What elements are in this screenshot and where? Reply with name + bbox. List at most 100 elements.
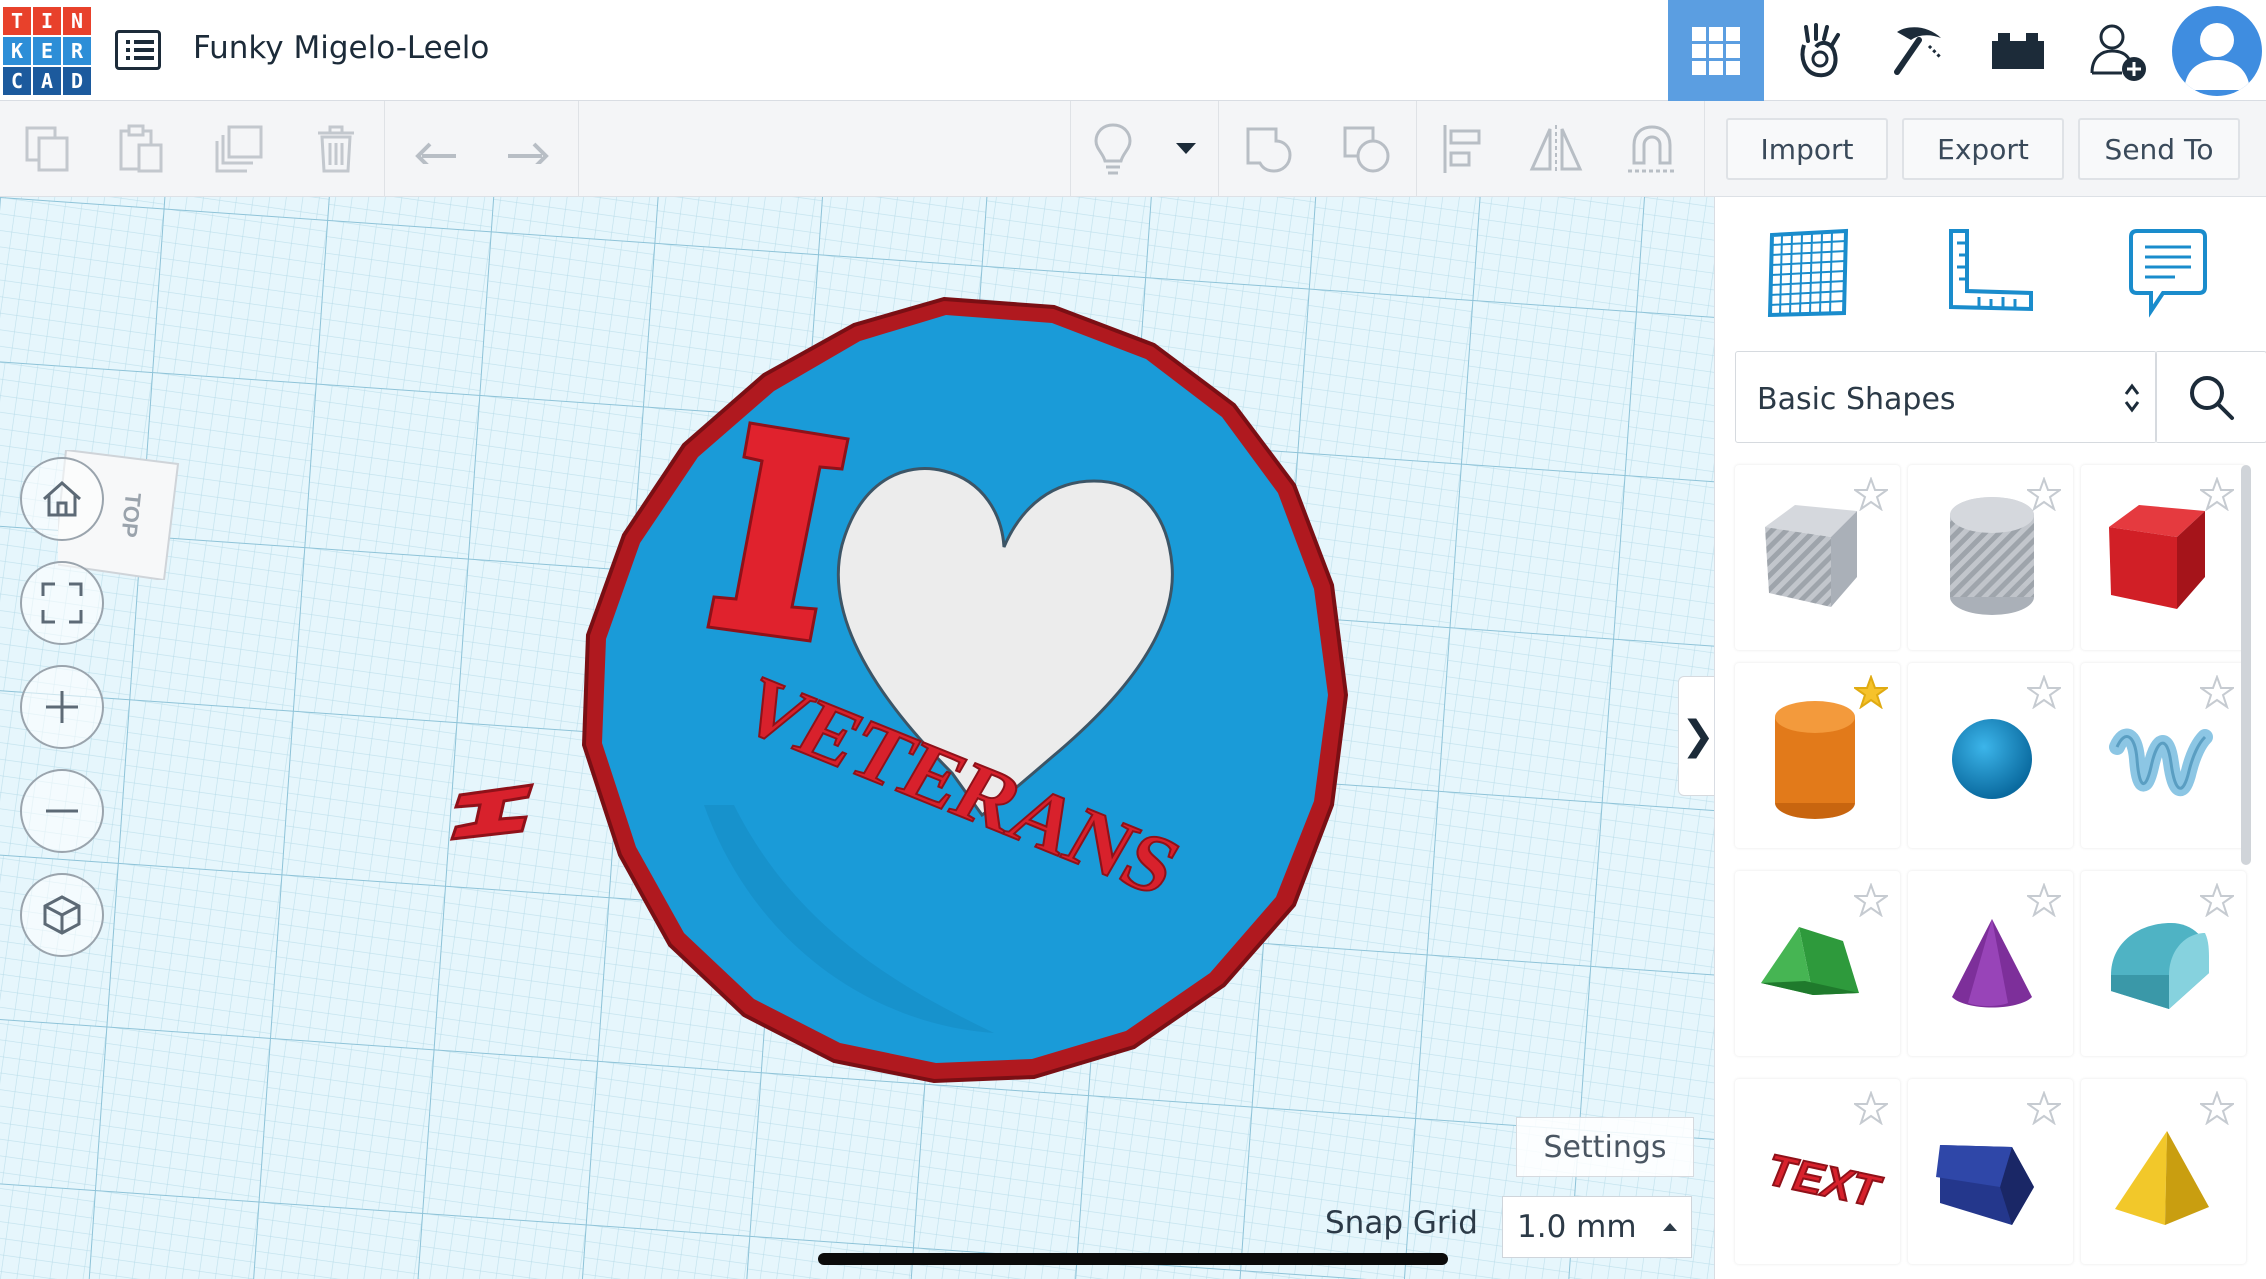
home-indicator[interactable] xyxy=(818,1253,1448,1265)
magnet-icon xyxy=(1628,125,1676,173)
undo-icon xyxy=(415,142,456,164)
shape-box-hole[interactable] xyxy=(1735,465,1900,650)
logo-letter: T xyxy=(3,7,31,35)
shape-cylinder-hole[interactable] xyxy=(1908,465,2073,650)
nav-3d-design[interactable] xyxy=(1668,0,1764,101)
home-view-button[interactable] xyxy=(20,457,104,541)
star-outline-icon[interactable] xyxy=(2027,1091,2061,1125)
shape-cylinder[interactable] xyxy=(1735,663,1900,848)
avatar[interactable] xyxy=(2172,6,2262,96)
redo-button[interactable] xyxy=(482,101,574,197)
logo-letter: E xyxy=(33,37,61,65)
ruler-tab[interactable] xyxy=(1943,227,2035,319)
star-outline-icon[interactable] xyxy=(1854,1091,1888,1125)
shape-round-roof[interactable] xyxy=(2081,871,2246,1056)
snap-grid-select[interactable]: 1.0 mm xyxy=(1502,1196,1692,1258)
shape-sphere[interactable] xyxy=(1908,663,2073,848)
perspective-cube-icon xyxy=(43,895,81,935)
star-outline-icon[interactable] xyxy=(1854,477,1888,511)
export-button[interactable]: Export xyxy=(1902,118,2064,180)
pickaxe-icon xyxy=(1894,26,1943,75)
star-outline-icon[interactable] xyxy=(2027,675,2061,709)
sort-arrows-icon xyxy=(2124,383,2140,413)
redo-icon xyxy=(508,142,549,164)
small-letter-piece[interactable] xyxy=(446,777,546,847)
workplane-canvas[interactable]: TOP VETERANS ❯ Settings Snap Grid 1.0 mm xyxy=(0,197,1714,1279)
copy-icon xyxy=(25,126,69,172)
visibility-dropdown[interactable] xyxy=(1158,101,1214,197)
star-outline-icon[interactable] xyxy=(2027,883,2061,917)
nav-codeblocks[interactable] xyxy=(1970,0,2066,101)
star-outline-icon[interactable] xyxy=(2200,883,2234,917)
mirror-button[interactable] xyxy=(1508,101,1604,197)
zoom-out-button[interactable] xyxy=(20,769,104,853)
toolbar-divider xyxy=(1704,101,1705,197)
nav-blocks[interactable] xyxy=(1770,0,1866,101)
dropdown-arrow-icon xyxy=(1176,143,1196,154)
search-button[interactable] xyxy=(2155,351,2266,443)
duplicate-icon xyxy=(215,125,263,173)
align-icon xyxy=(1443,125,1481,173)
shape-pyramid[interactable] xyxy=(2081,1079,2246,1264)
zoom-out-icon xyxy=(46,809,78,813)
star-outline-icon[interactable] xyxy=(2200,675,2234,709)
shape-box[interactable] xyxy=(2081,465,2246,650)
paste-icon xyxy=(119,124,163,173)
star-outline-icon[interactable] xyxy=(2200,1091,2234,1125)
import-button[interactable]: Import xyxy=(1726,118,1888,180)
notes-icon xyxy=(2129,229,2207,318)
snap-grid-value: 1.0 mm xyxy=(1517,1209,1637,1245)
undo-button[interactable] xyxy=(390,101,482,197)
shape-scribble[interactable] xyxy=(2081,663,2246,848)
copy-button[interactable] xyxy=(2,101,94,197)
toolbar-divider xyxy=(578,101,579,197)
shape-text[interactable]: TEXT xyxy=(1735,1079,1900,1264)
star-outline-icon[interactable] xyxy=(1854,883,1888,917)
toolbar-divider xyxy=(1416,101,1417,197)
shape-text-label: TEXT xyxy=(1759,1147,1887,1216)
star-outline-icon[interactable] xyxy=(2200,477,2234,511)
shape-library-select[interactable]: Basic Shapes xyxy=(1735,351,2157,443)
list-icon[interactable] xyxy=(115,30,161,70)
badge-model[interactable]: VETERANS xyxy=(574,285,1394,1105)
nav-circuits[interactable] xyxy=(1870,0,1966,101)
shape-polygon[interactable] xyxy=(1908,1079,2073,1264)
workplane-grid-icon xyxy=(1767,228,1849,318)
fit-view-icon xyxy=(41,582,83,624)
logo-letter: I xyxy=(33,7,61,35)
ungroup-button[interactable] xyxy=(1318,101,1414,197)
logo-letter: D xyxy=(63,67,91,95)
cruise-button[interactable] xyxy=(1604,101,1700,197)
show-all-button[interactable] xyxy=(1068,101,1158,197)
fit-view-button[interactable] xyxy=(20,561,104,645)
shape-cone[interactable] xyxy=(1908,871,2073,1056)
collapse-panel-button[interactable]: ❯ xyxy=(1678,676,1714,796)
shapes-scrollbar[interactable] xyxy=(2241,465,2251,865)
top-bar: T I N K E R C A D Funky Migelo-Leelo xyxy=(0,0,2266,101)
star-filled-icon[interactable] xyxy=(1854,675,1888,709)
mirror-icon xyxy=(1529,125,1583,173)
lego-brick-icon xyxy=(1992,32,2044,69)
edit-toolbar: Import Export Send To xyxy=(0,101,2266,197)
perspective-button[interactable] xyxy=(20,873,104,957)
workplane-tab[interactable] xyxy=(1762,227,1854,319)
project-title[interactable]: Funky Migelo-Leelo xyxy=(193,30,489,66)
shape-roof[interactable] xyxy=(1735,871,1900,1056)
blocks-hand-icon xyxy=(1800,22,1840,77)
paste-button[interactable] xyxy=(96,101,188,197)
shapes-panel: Basic Shapes TEXT xyxy=(1714,197,2266,1279)
toolbar-divider xyxy=(384,101,385,197)
notes-tab[interactable] xyxy=(2123,227,2215,319)
settings-button[interactable]: Settings xyxy=(1516,1117,1694,1177)
zoom-in-button[interactable] xyxy=(20,665,104,749)
duplicate-button[interactable] xyxy=(194,101,286,197)
nav-add-user[interactable] xyxy=(2070,0,2166,101)
send-to-button[interactable]: Send To xyxy=(2078,118,2240,180)
ungroup-icon xyxy=(1343,126,1390,173)
align-button[interactable] xyxy=(1418,101,1508,197)
logo-letter: A xyxy=(33,67,61,95)
group-button[interactable] xyxy=(1220,101,1316,197)
tinkercad-logo[interactable]: T I N K E R C A D xyxy=(3,7,91,95)
star-outline-icon[interactable] xyxy=(2027,477,2061,511)
delete-button[interactable] xyxy=(290,101,382,197)
